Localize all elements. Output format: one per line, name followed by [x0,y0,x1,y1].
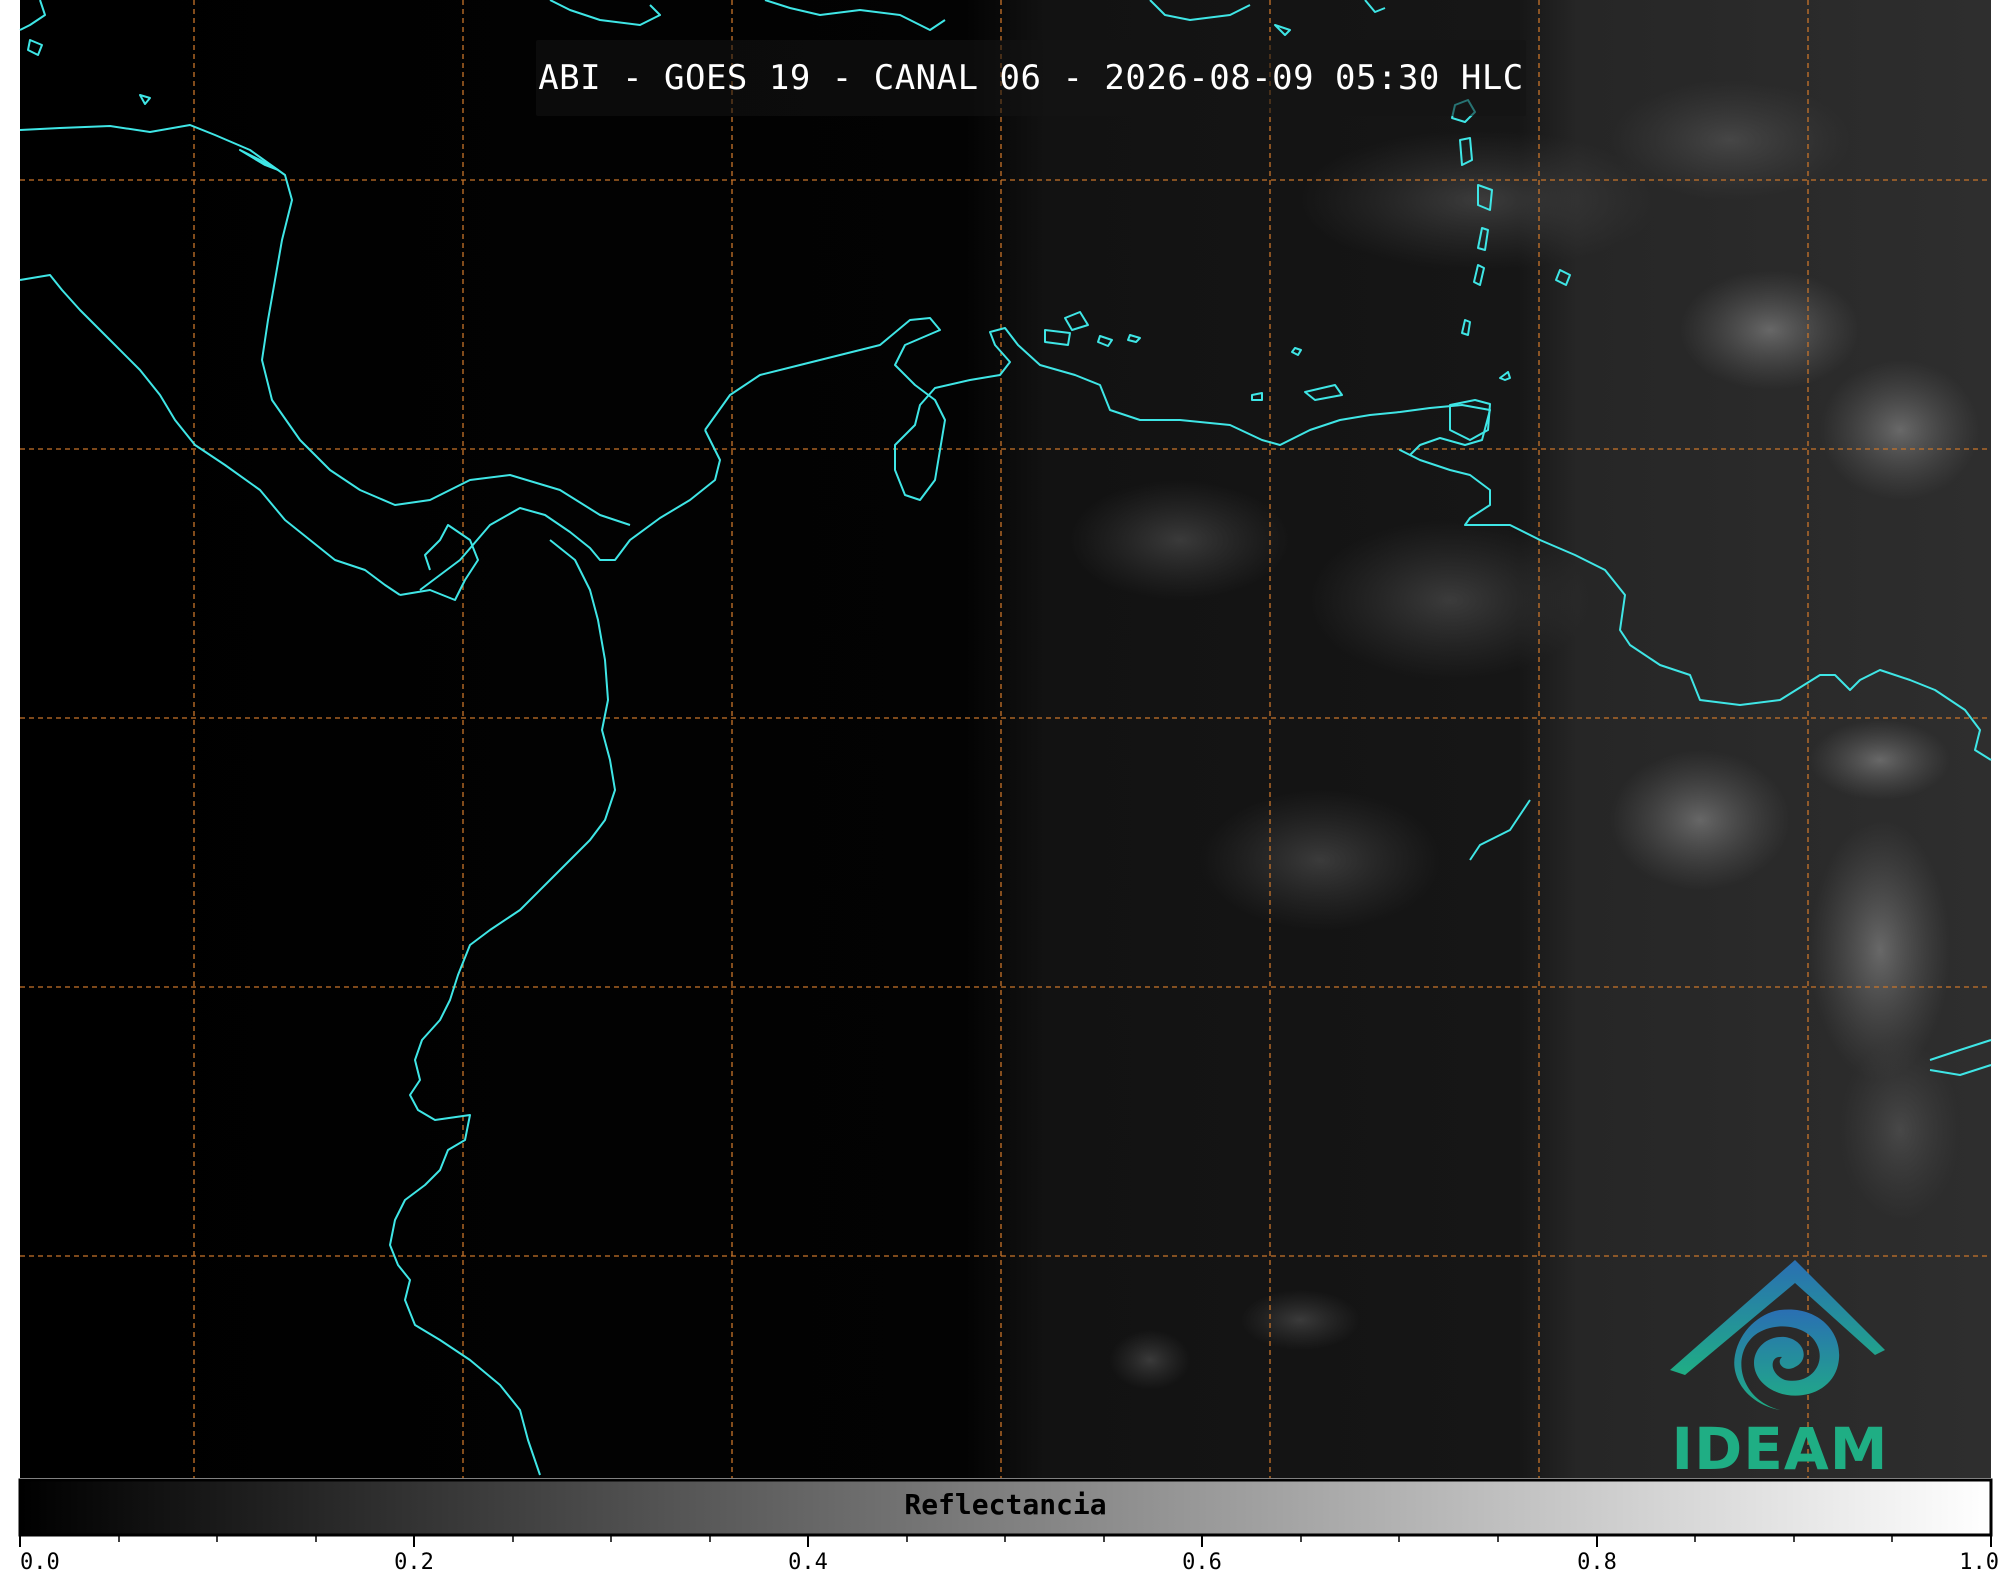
map-title: ABI - GOES 19 - CANAL 06 - 2026-08-09 05… [538,58,1524,98]
title-panel: ABI - GOES 19 - CANAL 06 - 2026-08-09 05… [536,40,1526,116]
colorbar-tick-2: 0.4 [788,1550,828,1575]
ideam-logo: IDEAM [1660,1255,1900,1483]
colorbar-tick-5: 1.0 [1959,1550,1999,1575]
ideam-logo-text: IDEAM [1671,1415,1889,1483]
colorbar-tick-0: 0.0 [20,1550,60,1575]
ideam-logo-icon [1670,1260,1885,1410]
colorbar-tick-4: 0.8 [1577,1550,1617,1575]
colorbar-label: Reflectancia [904,1488,1107,1521]
colorbar-tick-3: 0.6 [1182,1550,1222,1575]
colorbar-tick-1: 0.2 [394,1550,434,1575]
